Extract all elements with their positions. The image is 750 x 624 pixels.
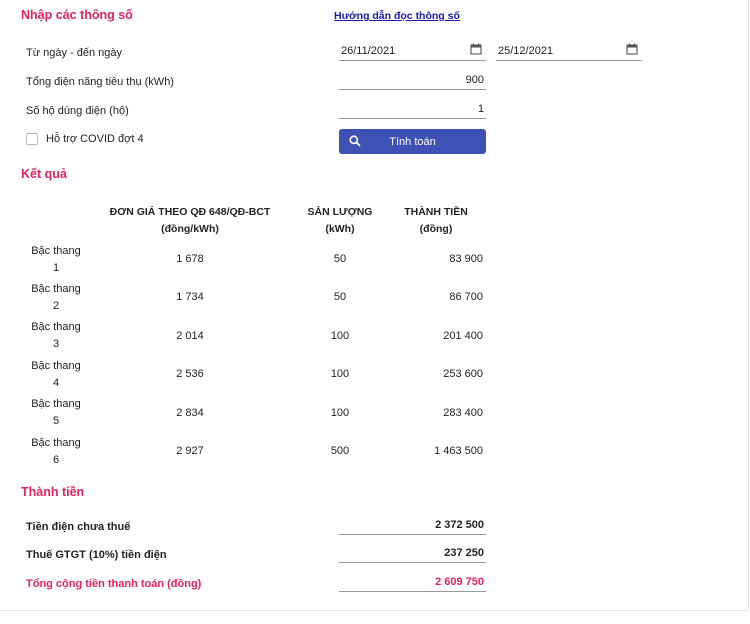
results-section-title: Kết quả [21,167,67,181]
tier-label: Bậc thang 5 [26,396,86,430]
households-input[interactable]: 1 [339,101,486,119]
tier-amount: 253 600 [443,368,483,380]
price-header-line2: (đồng/kWh) [161,223,219,235]
consumption-value: 900 [465,74,484,86]
tier-amount: 1 463 500 [434,445,483,457]
tier-number: 4 [52,377,60,389]
covid-checkbox[interactable] [26,133,38,145]
tier-number: 3 [52,338,60,350]
tier-word: Bậc thang [31,437,81,449]
pre-tax-field: 2 372 500 [339,517,486,535]
tier-quantity: 100 [330,330,350,342]
tier-number: 1 [52,262,60,274]
date-to-value: 25/12/2021 [498,45,554,57]
tier-number: 5 [52,415,60,427]
tier-word: Bậc thang [31,283,81,295]
date-from-field[interactable]: 26/11/2021 [339,43,486,61]
tier-amount: 201 400 [443,330,483,342]
tier-price: 1 678 [176,253,204,265]
pre-tax-label: Tiền điện chưa thuế [26,521,131,533]
input-section-title: Nhập các thông số [21,8,133,22]
tier-label: Bậc thang 1 [26,243,86,277]
tier-quantity: 50 [333,253,347,265]
quantity-header-line2: (kWh) [325,223,355,235]
tier-price: 1 734 [176,291,204,303]
tier-word: Bậc thang [31,360,81,372]
tier-word: Bậc thang [31,398,81,410]
households-value: 1 [477,103,484,115]
households-label: Số hộ dùng điện (hộ) [26,105,129,117]
vat-field: 237 250 [339,545,486,563]
date-from-value: 26/11/2021 [341,45,396,57]
totals-section-title: Thành tiền [21,485,85,499]
tier-label: Bậc thang 6 [26,435,86,469]
calendar-icon[interactable] [470,43,482,55]
quantity-column-header: SẢN LƯỢNG (kWh) [300,204,380,238]
tier-amount: 283 400 [443,407,483,419]
tier-word: Bậc thang [31,245,81,257]
amount-column-header: THÀNH TIỀN (đồng) [396,204,476,238]
tier-quantity: 500 [330,445,350,457]
quantity-header-line1: SẢN LƯỢNG [307,206,373,218]
price-header-line1: ĐƠN GIÁ THEO QĐ 648/QĐ-BCT [109,206,271,218]
consumption-input[interactable]: 900 [339,72,486,90]
tier-quantity: 100 [330,407,350,419]
date-range-label: Từ ngày - đến ngày [26,47,123,59]
tier-price: 2 927 [176,445,204,457]
tier-label: Bậc thang 3 [26,319,86,353]
tier-price: 2 536 [176,368,204,380]
price-column-header: ĐƠN GIÁ THEO QĐ 648/QĐ-BCT (đồng/kWh) [100,204,280,238]
consumption-label: Tổng điện năng tiêu thụ (kWh) [26,76,174,88]
grand-total-field: 2 609 750 [339,574,486,592]
date-to-field[interactable]: 25/12/2021 [496,43,642,61]
tier-amount: 83 900 [449,253,483,265]
calendar-icon[interactable] [626,43,638,55]
tier-quantity: 100 [330,368,350,380]
tier-word: Bậc thang [31,321,81,333]
tier-label: Bậc thang 2 [26,281,86,315]
calculate-button-label: Tính toán [389,136,436,148]
tier-amount: 86 700 [449,291,483,303]
covid-label: Hỗ trợ COVID đợt 4 [46,133,144,145]
grand-total-label: Tổng cộng tiền thanh toán (đồng) [26,578,202,590]
pre-tax-value: 2 372 500 [435,519,484,531]
tier-price: 2 014 [176,330,204,342]
tier-number: 2 [52,300,60,312]
tier-label: Bậc thang 4 [26,358,86,392]
tier-quantity: 50 [333,291,347,303]
vat-label: Thuế GTGT (10%) tiền điện [26,549,167,561]
vat-value: 237 250 [444,547,484,559]
amount-header-line2: (đồng) [419,223,453,235]
tier-number: 6 [52,454,60,466]
tier-price: 2 834 [176,407,204,419]
calculate-button[interactable]: Tính toán [339,129,486,154]
amount-header-line1: THÀNH TIỀN [404,206,468,218]
calculator-card: Nhập các thông số Hướng dẫn đọc thông số… [0,0,749,611]
grand-total-value: 2 609 750 [435,576,484,588]
guide-link[interactable]: Hướng dẫn đọc thông số [334,10,460,22]
